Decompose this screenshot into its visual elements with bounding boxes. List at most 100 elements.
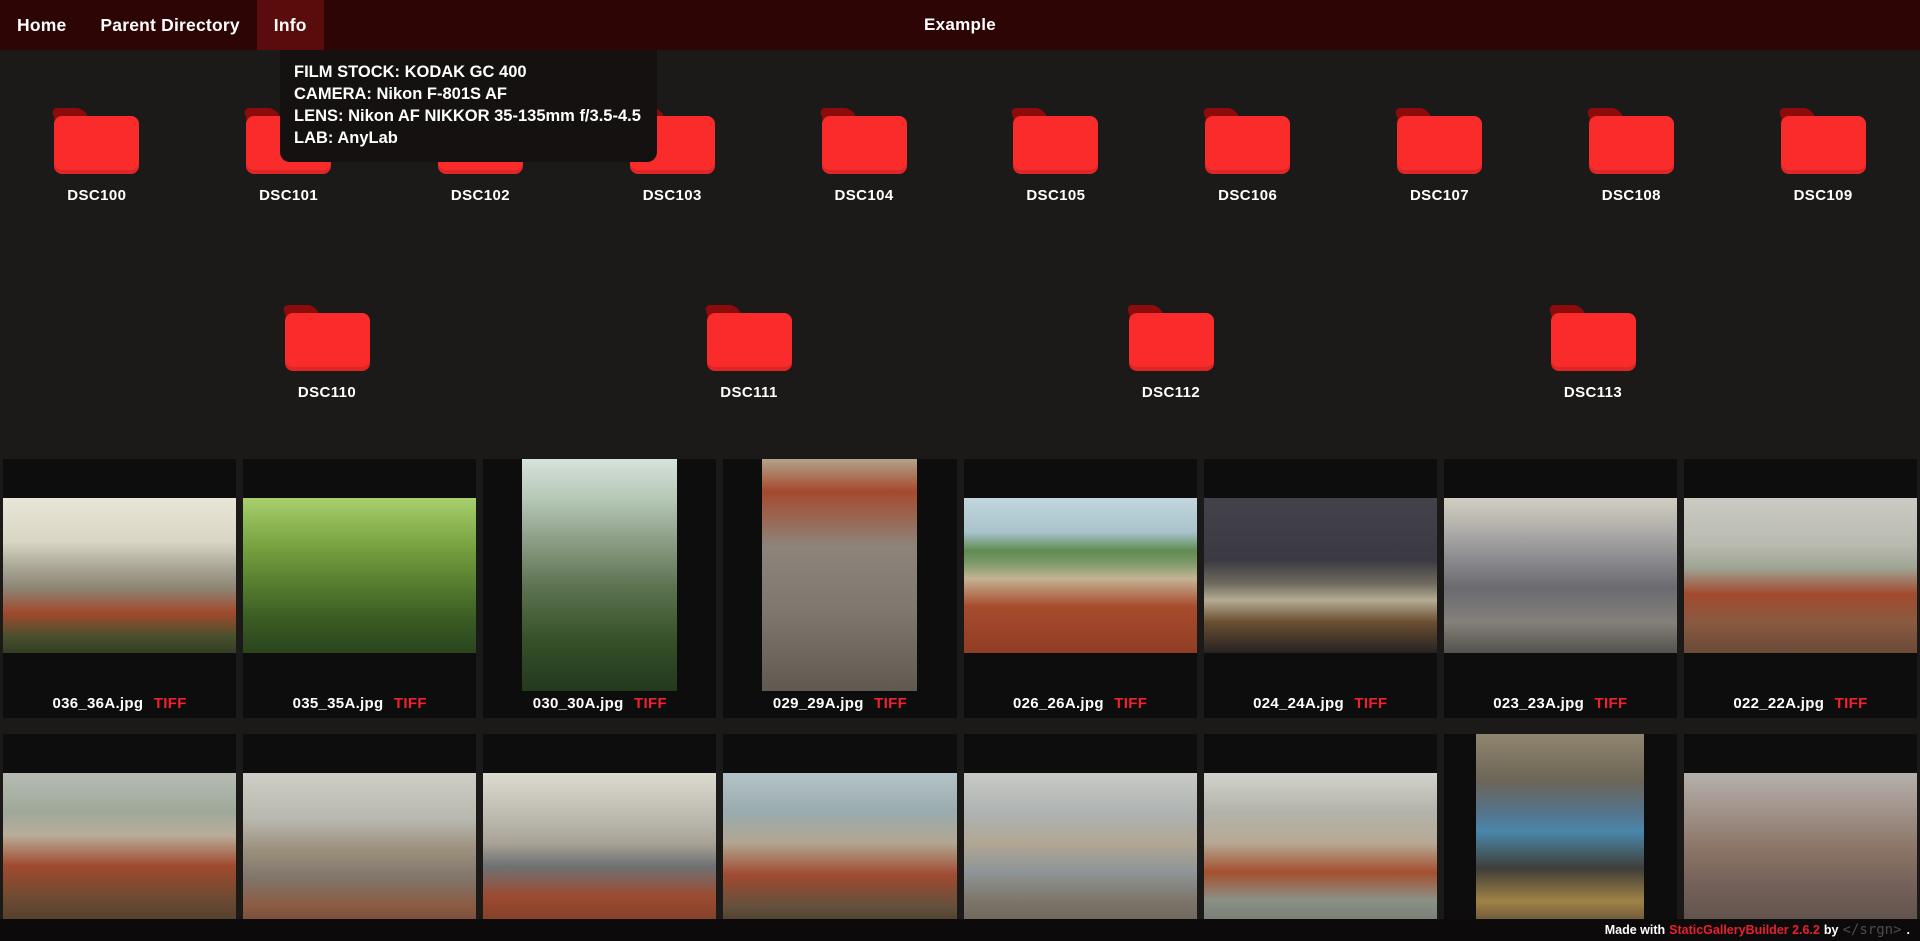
tooltip-line-lab: LAB: AnyLab (294, 129, 398, 147)
photo-thumbnail (1683, 772, 1917, 928)
folder-item[interactable]: DSC104 (769, 108, 959, 204)
gallery-item[interactable] (723, 734, 957, 941)
photo-thumbnail (963, 497, 1197, 653)
photo-thumbnail (762, 459, 918, 691)
tooltip-line-film-stock: FILM STOCK: KODAK GC 400 (294, 63, 527, 81)
gallery-item[interactable]: 026_26A.jpg TIFF (963, 459, 1197, 718)
folder-label: DSC100 (67, 187, 127, 204)
folder-icon (1586, 108, 1674, 174)
folder-icon (1010, 108, 1099, 174)
photo-thumbnail (483, 772, 717, 928)
folder-icon (1547, 305, 1636, 371)
gallery-item[interactable] (1683, 734, 1917, 941)
gallery-item[interactable] (243, 734, 477, 941)
folder-icon-body (1780, 116, 1866, 174)
footer-by-text: by (1823, 923, 1839, 937)
gallery-item[interactable] (3, 734, 237, 941)
folder-icon (1202, 108, 1291, 174)
gallery-item[interactable] (1443, 734, 1677, 941)
photo-frame (243, 459, 477, 691)
folder-icon-body (706, 313, 792, 371)
photo-caption: 035_35A.jpg TIFF (243, 691, 476, 718)
nav-item-info[interactable]: Info (256, 0, 324, 50)
gallery-item[interactable]: 022_22A.jpg TIFF (1683, 459, 1917, 718)
gallery-item[interactable]: 029_29A.jpg TIFF (723, 459, 957, 718)
photo-thumbnail (3, 497, 237, 653)
photo-thumbnail (3, 772, 237, 928)
folder-item[interactable]: DSC105 (961, 108, 1151, 204)
folder-label: DSC108 (1601, 187, 1661, 204)
folder-icon-body (821, 116, 907, 174)
folder-icon-body (1550, 313, 1636, 371)
photo-filename: 029_29A.jpg (772, 695, 864, 712)
photo-thumbnail (243, 772, 477, 928)
tooltip-line-lens: LENS: Nikon AF NIKKOR 35-135mm f/3.5-4.5 (294, 107, 641, 125)
photo-format-tag: TIFF (393, 695, 427, 712)
folder-item[interactable]: DSC112 (1076, 305, 1266, 401)
photo-thumbnail (1443, 497, 1677, 653)
photo-thumbnail (963, 772, 1197, 928)
folder-item[interactable]: DSC109 (1728, 108, 1918, 204)
photo-frame (1203, 459, 1437, 691)
photo-caption: 030_30A.jpg TIFF (483, 691, 716, 718)
tooltip-line-camera: CAMERA: Nikon F-801S AF (294, 85, 507, 103)
photo-frame (723, 734, 957, 941)
gallery-item[interactable]: 030_30A.jpg TIFF (483, 459, 717, 718)
photo-frame (963, 459, 1197, 691)
gallery-item[interactable] (1203, 734, 1437, 941)
photo-format-tag: TIFF (1594, 695, 1628, 712)
folder-icon-body (1128, 313, 1214, 371)
photo-format-tag: TIFF (634, 695, 667, 712)
footer-period: . (1906, 923, 1910, 937)
nav-item-parent-directory[interactable]: Parent Directory (83, 0, 256, 50)
folder-label: DSC101 (259, 187, 319, 204)
folder-item[interactable]: DSC108 (1536, 108, 1726, 204)
folder-item[interactable]: DSC110 (232, 305, 422, 401)
photo-frame (963, 734, 1197, 941)
folder-icon (51, 108, 140, 174)
folder-item[interactable]: DSC111 (654, 305, 844, 401)
folder-item[interactable]: DSC100 (2, 108, 192, 204)
photo-frame (483, 459, 716, 691)
folder-item[interactable]: DSC113 (1498, 305, 1688, 401)
gallery-item[interactable]: 035_35A.jpg TIFF (243, 459, 477, 718)
gallery-item[interactable]: 036_36A.jpg TIFF (3, 459, 237, 718)
srgn-logo[interactable]: </srgn> (1843, 922, 1902, 938)
photo-format-tag: TIFF (1354, 695, 1388, 712)
folder-label: DSC103 (642, 187, 702, 204)
photo-format-tag: TIFF (1834, 695, 1868, 712)
photo-filename: 030_30A.jpg (532, 695, 624, 712)
photo-frame (1683, 734, 1917, 941)
folder-label: DSC109 (1793, 187, 1853, 204)
folder-label: DSC104 (834, 187, 894, 204)
photo-frame (1443, 459, 1677, 691)
photo-frame (1203, 734, 1437, 941)
folder-icon (1125, 305, 1214, 371)
photo-thumbnail (1683, 497, 1917, 653)
builder-version-link[interactable]: StaticGalleryBuilder 2.6.2 (1669, 923, 1820, 937)
photo-filename: 035_35A.jpg (292, 695, 384, 712)
photo-thumbnail (1203, 772, 1437, 928)
photo-thumbnail (522, 459, 678, 691)
photo-caption: 022_22A.jpg TIFF (1684, 691, 1917, 718)
photo-caption: 029_29A.jpg TIFF (723, 691, 956, 718)
folder-item[interactable]: DSC107 (1345, 108, 1535, 204)
gallery-item[interactable]: 024_24A.jpg TIFF (1203, 459, 1437, 718)
folder-label: DSC113 (1563, 384, 1623, 401)
folder-icon-body (54, 116, 140, 174)
gallery-item[interactable] (483, 734, 717, 941)
gallery-item[interactable]: 023_23A.jpg TIFF (1443, 459, 1677, 718)
navbar: Home Parent Directory Info Example (0, 0, 1920, 50)
photo-filename: 022_22A.jpg (1733, 695, 1825, 712)
nav-item-home[interactable]: Home (0, 0, 83, 50)
folder-label: DSC106 (1218, 187, 1278, 204)
folder-icon (703, 305, 792, 371)
info-tooltip: FILM STOCK: KODAK GC 400 CAMERA: Nikon F… (280, 50, 657, 162)
folder-icon-body (284, 313, 370, 371)
footer: Made with StaticGalleryBuilder 2.6.2 by … (0, 919, 1920, 941)
gallery-item[interactable] (963, 734, 1197, 941)
folder-label: DSC111 (720, 384, 778, 401)
folder-item[interactable]: DSC106 (1153, 108, 1343, 204)
folder-icon (818, 108, 907, 174)
photo-format-tag: TIFF (1114, 695, 1148, 712)
